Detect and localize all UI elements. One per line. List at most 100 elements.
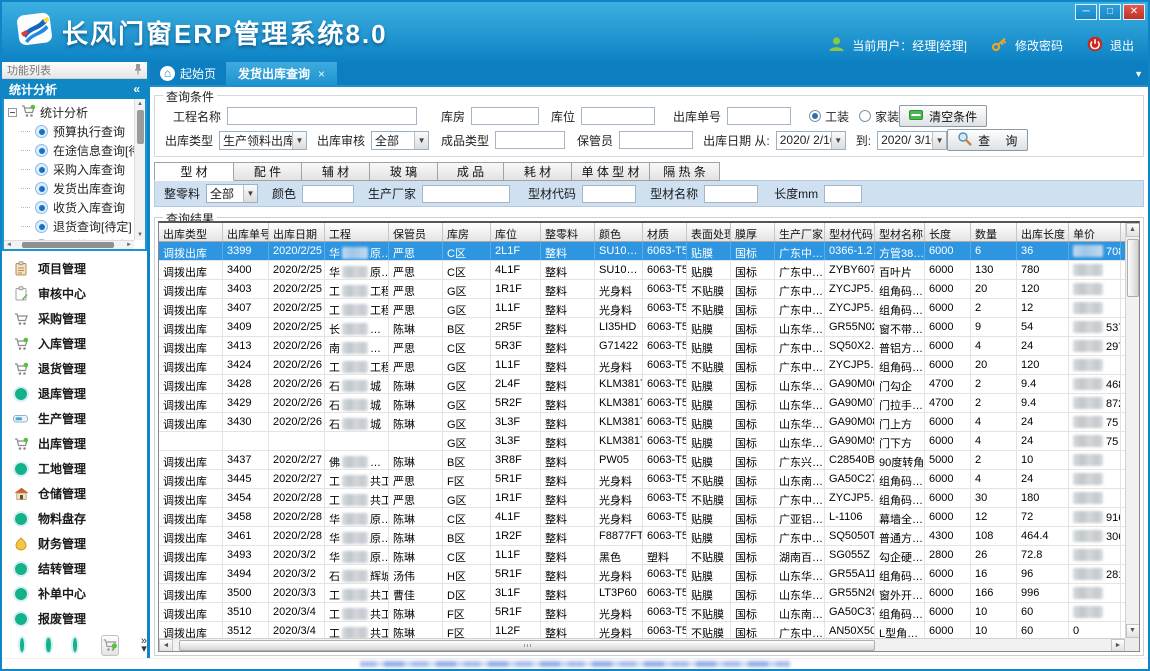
table-row[interactable]: 调拨出库34302020/2/26石城陈琳G区3L3F整料KLM38176063… [159, 413, 1140, 432]
menu-group-item[interactable]: 生产管理 [2, 406, 147, 431]
material-tab[interactable]: 隔 热 条 [650, 162, 720, 181]
circle-icon[interactable] [73, 638, 77, 652]
close-button[interactable]: ✕ [1123, 4, 1145, 20]
menu-group-item[interactable]: 出库管理 [2, 431, 147, 456]
column-header[interactable]: 生产厂家 [775, 223, 825, 241]
out-type-select[interactable]: 生产领料出库▼ [219, 131, 307, 150]
column-header[interactable]: 长度 [925, 223, 971, 241]
menu-group-item[interactable]: 补单中心 [2, 581, 147, 606]
column-header[interactable]: 库房 [443, 223, 491, 241]
scroll-right-icon[interactable]: ► [1111, 639, 1125, 652]
column-header[interactable]: 膜厚 [731, 223, 775, 241]
tab-shipment-query[interactable]: 发货出库查询 × [226, 62, 337, 85]
menu-group-item[interactable]: 工地管理 [2, 456, 147, 481]
scroll-left-icon[interactable]: ◄ [4, 242, 14, 248]
menu-group-item[interactable]: 财务管理 [2, 531, 147, 556]
menu-group-item[interactable]: 结转管理 [2, 556, 147, 581]
table-row[interactable]: 调拨出库34092020/2/25长…陈琳B区2R5F整料LI35HD6063-… [159, 318, 1140, 337]
column-header[interactable]: 工程 [325, 223, 389, 241]
product-type-input[interactable] [495, 131, 565, 149]
tree-root-statistics[interactable]: 统计分析 [8, 102, 145, 122]
table-row[interactable]: 调拨出库34002020/2/25华原…严思C区4L1F整料SU10…6063-… [159, 261, 1140, 280]
table-row[interactable]: 调拨出库35002020/3/3工共工程曹佳D区3L1F整料LT3P606063… [159, 584, 1140, 603]
change-password-link[interactable]: 修改密码 [1015, 37, 1063, 54]
circle-icon[interactable] [46, 638, 50, 652]
color-input[interactable] [302, 185, 354, 203]
logout-link[interactable]: 退出 [1110, 37, 1134, 54]
material-tab[interactable]: 耗 材 [504, 162, 572, 181]
scroll-up-icon[interactable]: ▲ [1126, 223, 1140, 237]
menu-group-item[interactable]: 入库管理 [2, 331, 147, 356]
scroll-down-icon[interactable]: ▼ [1126, 624, 1140, 638]
table-row[interactable]: 调拨出库34942020/3/2石辉城汤伟H区5R1F整料光身料6063-T5贴… [159, 565, 1140, 584]
menu-group-item[interactable]: 项目管理 [2, 256, 147, 281]
scroll-left-icon[interactable]: ◄ [159, 639, 173, 652]
table-row[interactable]: 调拨出库34452020/2/27工共工程严思F区5R1F整料光身料6063-T… [159, 470, 1140, 489]
column-header[interactable]: 出库单号 [223, 223, 269, 241]
tree-item[interactable]: 退货查询[待定] [8, 217, 145, 236]
order-no-input[interactable] [727, 107, 791, 125]
overflow-chevron[interactable]: »▾ [141, 637, 147, 653]
menu-group-item[interactable]: 退货管理 [2, 356, 147, 381]
table-row[interactable]: 调拨出库34242020/2/26工工程严思G区1L1F整料光身料6063-T5… [159, 356, 1140, 375]
tree-vertical-scrollbar[interactable]: ▲ ▼ [134, 99, 145, 240]
column-header[interactable]: 出库日期 [269, 223, 325, 241]
column-header[interactable]: 库位 [491, 223, 541, 241]
table-row[interactable]: 调拨出库34072020/2/25工工程严思G区1L1F整料光身料6063-T5… [159, 299, 1140, 318]
location-input[interactable] [581, 107, 655, 125]
menu-group-item[interactable]: 物料盘存 [2, 506, 147, 531]
grid-horizontal-scrollbar[interactable]: ◄ ► [159, 638, 1125, 651]
table-row[interactable]: 调拨出库34932020/3/2华原…陈琳C区1L1F整料黑色塑料不贴膜国标湖南… [159, 546, 1140, 565]
length-input[interactable] [824, 185, 862, 203]
pin-icon[interactable] [134, 63, 142, 78]
minimize-button[interactable]: ─ [1075, 4, 1097, 20]
tree-item[interactable]: 收货入库查询 [8, 198, 145, 217]
column-header[interactable]: 颜色 [595, 223, 643, 241]
warehouse-input[interactable] [471, 107, 539, 125]
scroll-up-icon[interactable]: ▲ [137, 99, 143, 109]
date-from-select[interactable]: 2020/ 2/16▼ [776, 131, 846, 150]
column-header[interactable]: 单价 [1069, 223, 1121, 241]
material-tab[interactable]: 型 材 [154, 162, 234, 181]
manufacturer-input[interactable] [422, 185, 510, 203]
scrollbar-thumb[interactable] [137, 110, 144, 144]
column-header[interactable]: 整零料 [541, 223, 595, 241]
project-name-input[interactable] [227, 107, 417, 125]
profile-code-input[interactable] [582, 185, 636, 203]
table-row[interactable]: 调拨出库34292020/2/26石城陈琳G区5R2F整料KLM38176063… [159, 394, 1140, 413]
table-row[interactable]: 调拨出库34582020/2/28华原…陈琳C区4L1F整料光身料6063-T5… [159, 508, 1140, 527]
profile-name-input[interactable] [704, 185, 758, 203]
table-row[interactable]: G区3L3F整料KLM38176063-T5贴膜国标山东华…GA90M09…门下… [159, 432, 1140, 451]
table-row[interactable]: 调拨出库34542020/2/28工共工程严思G区1R1F整料光身料6063-T… [159, 489, 1140, 508]
tree-item[interactable]: 发货出库查询 [8, 179, 145, 198]
material-tab[interactable]: 辅 材 [302, 162, 370, 181]
material-tab[interactable]: 玻 璃 [370, 162, 438, 181]
scrollbar-thumb[interactable] [1127, 239, 1139, 297]
column-header[interactable]: 表面处理 [687, 223, 731, 241]
table-row[interactable]: 调拨出库35102020/3/4工共工程陈琳F区5R1F整料光身料6063-T5… [159, 603, 1140, 622]
menu-group-item[interactable]: 审核中心 [2, 281, 147, 306]
material-tab[interactable]: 配 件 [234, 162, 302, 181]
clear-conditions-button[interactable]: 清空条件 [899, 105, 987, 127]
column-header[interactable]: 材质 [643, 223, 687, 241]
column-header[interactable]: 型材代码 [825, 223, 875, 241]
menu-group-item[interactable]: 采购管理 [2, 306, 147, 331]
keeper-input[interactable] [619, 131, 693, 149]
circle-icon[interactable] [20, 638, 24, 652]
grid-vertical-scrollbar[interactable]: ▲ ▼ [1125, 223, 1139, 638]
tree-item[interactable]: 在途信息查询[待 [8, 141, 145, 160]
scroll-down-icon[interactable]: ▼ [137, 230, 143, 240]
table-row[interactable]: 调拨出库34032020/2/25工工程严思G区1R1F整料光身料6063-T5… [159, 280, 1140, 299]
radio-engineering[interactable] [809, 110, 821, 122]
menu-group-item[interactable]: 仓储管理 [2, 481, 147, 506]
material-tab[interactable]: 单 体 型 材 [572, 162, 650, 181]
column-header[interactable]: 保管员 [389, 223, 443, 241]
table-row[interactable]: 调拨出库34132020/2/26南…严思C区5R3F整料G714226063-… [159, 337, 1140, 356]
material-tab[interactable]: 成 品 [438, 162, 504, 181]
tree-horizontal-scrollbar[interactable]: ◄ ► [4, 240, 134, 249]
whole-piece-select[interactable]: 全部▼ [206, 184, 258, 203]
search-button[interactable]: 查 询 [947, 129, 1028, 151]
table-row[interactable]: 调拨出库33992020/2/25华原…严思C区2L1F整料SU10…6063-… [159, 242, 1140, 261]
collapse-icon[interactable]: « [133, 82, 140, 96]
tree-item[interactable]: 预算执行查询 [8, 122, 145, 141]
